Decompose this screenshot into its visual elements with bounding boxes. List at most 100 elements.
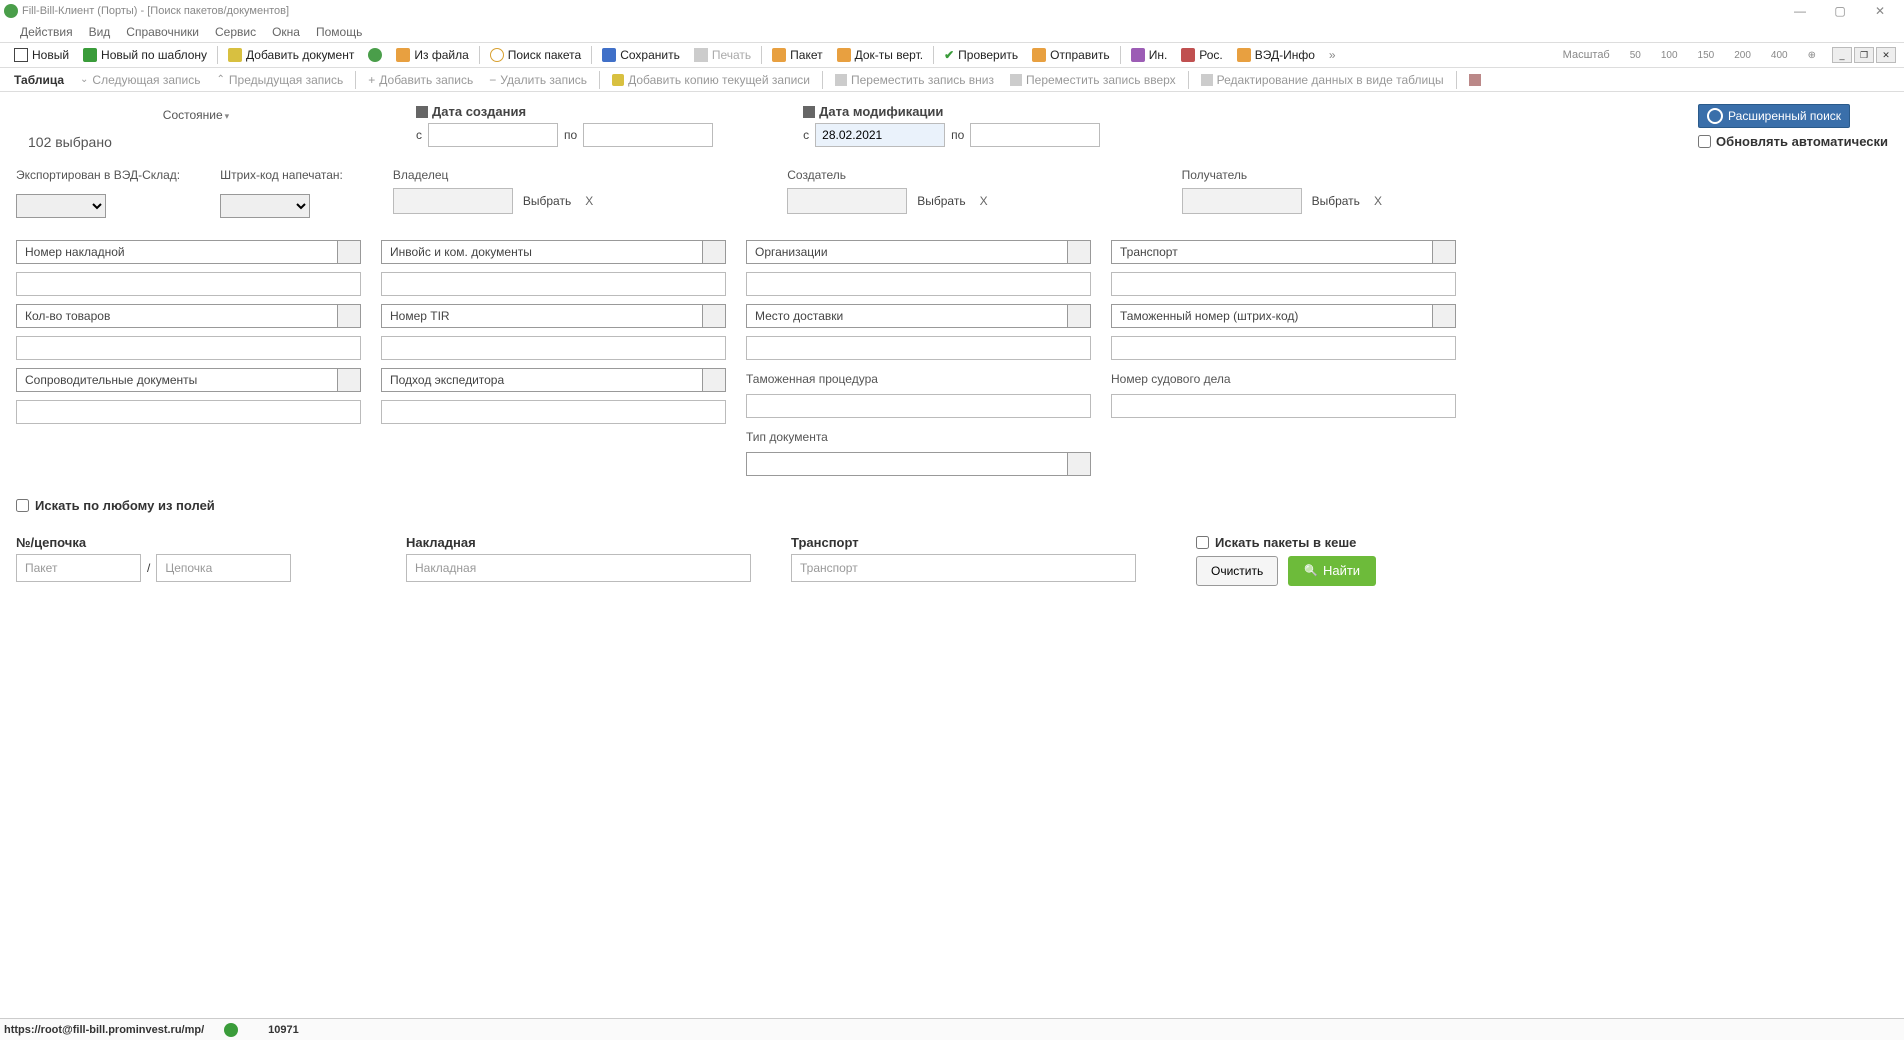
- recipient-input[interactable]: [1182, 188, 1302, 214]
- delete-record[interactable]: −Удалить запись: [483, 73, 593, 87]
- filter-delivery-value[interactable]: [746, 336, 1091, 360]
- menu-view[interactable]: Вид: [89, 25, 111, 39]
- add-doc-icon: [228, 48, 242, 62]
- move-up[interactable]: Переместить запись вверх: [1004, 73, 1182, 87]
- waybill-input[interactable]: [406, 554, 751, 582]
- menu-help[interactable]: Помощь: [316, 25, 362, 39]
- auto-refresh-checkbox[interactable]: [1698, 135, 1711, 148]
- filter-forwarder-value[interactable]: [381, 400, 726, 424]
- filter-transport-value[interactable]: [1111, 272, 1456, 296]
- creator-clear-button[interactable]: X: [976, 194, 992, 208]
- clear-button[interactable]: Очистить: [1196, 556, 1278, 586]
- mdi-minimize[interactable]: _: [1832, 47, 1852, 63]
- check-button[interactable]: ✔Проверить: [938, 44, 1024, 66]
- date-created-from[interactable]: [428, 123, 558, 147]
- status-ok-icon: [224, 1023, 238, 1037]
- doc-type-select[interactable]: ⌄: [746, 452, 1091, 476]
- date-created-to[interactable]: [583, 123, 713, 147]
- filter-invoice-value[interactable]: [381, 272, 726, 296]
- in-button[interactable]: Ин.: [1125, 44, 1174, 66]
- advanced-search-button[interactable]: Расширенный поиск: [1698, 104, 1850, 128]
- creator-input[interactable]: [787, 188, 907, 214]
- ved-info-button[interactable]: ВЭД-Инфо: [1231, 44, 1321, 66]
- cache-search-checkbox[interactable]: [1196, 536, 1209, 549]
- filter-forwarder[interactable]: Подход экспедитора⌄: [381, 368, 726, 392]
- copy-record[interactable]: Добавить копию текущей записи: [606, 73, 816, 87]
- filter-tir[interactable]: Номер TIR⌄: [381, 304, 726, 328]
- filter-delivery[interactable]: Место доставки⌄: [746, 304, 1091, 328]
- packet-input[interactable]: [16, 554, 141, 582]
- barcode-printed-label: Штрих-код напечатан:: [220, 168, 343, 184]
- next-record[interactable]: ⌄Следующая запись: [74, 73, 206, 87]
- print-button[interactable]: Печать: [688, 44, 757, 66]
- filter-waybill-no[interactable]: Номер накладной⌄: [16, 240, 361, 264]
- filter-customs-no-value[interactable]: [1111, 336, 1456, 360]
- filter-org-value[interactable]: [746, 272, 1091, 296]
- prev-record[interactable]: ⌃Предыдущая запись: [211, 73, 350, 87]
- new-template-button[interactable]: Новый по шаблону: [77, 44, 213, 66]
- filter-goods-qty-value[interactable]: [16, 336, 361, 360]
- state-dropdown[interactable]: Состояние▾: [46, 104, 346, 126]
- filter-transport[interactable]: Транспорт⌄: [1111, 240, 1456, 264]
- customs-proc-input[interactable]: [746, 394, 1091, 418]
- mdi-close[interactable]: ✕: [1876, 47, 1896, 63]
- transport-input[interactable]: [791, 554, 1136, 582]
- recipient-select-button[interactable]: Выбрать: [1308, 194, 1364, 208]
- send-button[interactable]: Отправить: [1026, 44, 1116, 66]
- find-button[interactable]: Найти: [1288, 556, 1376, 586]
- menu-windows[interactable]: Окна: [272, 25, 300, 39]
- close-button[interactable]: ✕: [1860, 0, 1900, 22]
- owner-select-button[interactable]: Выбрать: [519, 194, 575, 208]
- filter-goods-qty[interactable]: Кол-во товаров⌄: [16, 304, 361, 328]
- date-modified-to[interactable]: [970, 123, 1100, 147]
- any-field-checkbox[interactable]: [16, 499, 29, 512]
- from-file-button[interactable]: Из файла: [390, 44, 474, 66]
- toolbar-overflow[interactable]: »: [1329, 48, 1336, 62]
- filter-accompanying-docs[interactable]: Сопроводительные документы⌄: [16, 368, 361, 392]
- menubar: Действия Вид Справочники Сервис Окна Пом…: [0, 22, 1904, 42]
- packet-button[interactable]: Пакет: [766, 44, 828, 66]
- zoom-100[interactable]: 100: [1661, 50, 1678, 61]
- recipient-clear-button[interactable]: X: [1370, 194, 1386, 208]
- barcode-printed-select[interactable]: [220, 194, 310, 218]
- zoom-50[interactable]: 50: [1630, 50, 1641, 61]
- docs-vert-button[interactable]: Док-ты верт.: [831, 44, 929, 66]
- move-down[interactable]: Переместить запись вниз: [829, 73, 1000, 87]
- status-number: 10971: [268, 1024, 299, 1036]
- ros-button[interactable]: Рос.: [1175, 44, 1228, 66]
- menu-directories[interactable]: Справочники: [126, 25, 199, 39]
- save-button[interactable]: Сохранить: [596, 44, 686, 66]
- owner-clear-button[interactable]: X: [581, 194, 597, 208]
- table-mode[interactable]: Таблица: [8, 73, 70, 87]
- creator-select-button[interactable]: Выбрать: [913, 194, 969, 208]
- menu-actions[interactable]: Действия: [20, 25, 73, 39]
- chain-input[interactable]: [156, 554, 291, 582]
- owner-input[interactable]: [393, 188, 513, 214]
- add-document-button[interactable]: Добавить документ: [222, 44, 360, 66]
- edit-as-table[interactable]: Редактирование данных в виде таблицы: [1195, 73, 1450, 87]
- template-icon: [83, 48, 97, 62]
- filter-accompanying-docs-value[interactable]: [16, 400, 361, 424]
- filter-waybill-no-value[interactable]: [16, 272, 361, 296]
- filter-invoice[interactable]: Инвойс и ком. документы⌄: [381, 240, 726, 264]
- menu-service[interactable]: Сервис: [215, 25, 256, 39]
- search-packet-button[interactable]: Поиск пакета: [484, 44, 587, 66]
- zoom-400[interactable]: 400: [1771, 50, 1788, 61]
- zoom-200[interactable]: 200: [1734, 50, 1751, 61]
- exported-select[interactable]: [16, 194, 106, 218]
- filter-org[interactable]: Организации⌄: [746, 240, 1091, 264]
- date-modified-from[interactable]: [815, 123, 945, 147]
- vessel-case-input[interactable]: [1111, 394, 1456, 418]
- docs-vert-icon: [837, 48, 851, 62]
- maximize-button[interactable]: ▢: [1820, 0, 1860, 22]
- zoom-fit-icon[interactable]: ⊕: [1808, 50, 1816, 61]
- minimize-button[interactable]: —: [1780, 0, 1820, 22]
- mdi-restore[interactable]: ❐: [1854, 47, 1874, 63]
- filter-tir-value[interactable]: [381, 336, 726, 360]
- zoom-150[interactable]: 150: [1698, 50, 1715, 61]
- new-button[interactable]: Новый: [8, 44, 75, 66]
- filter-customs-no[interactable]: Таможенный номер (штрих-код)⌄: [1111, 304, 1456, 328]
- refresh-button[interactable]: [362, 44, 388, 66]
- add-record[interactable]: +Добавить запись: [362, 73, 479, 87]
- toolbar2-extra[interactable]: [1463, 74, 1487, 86]
